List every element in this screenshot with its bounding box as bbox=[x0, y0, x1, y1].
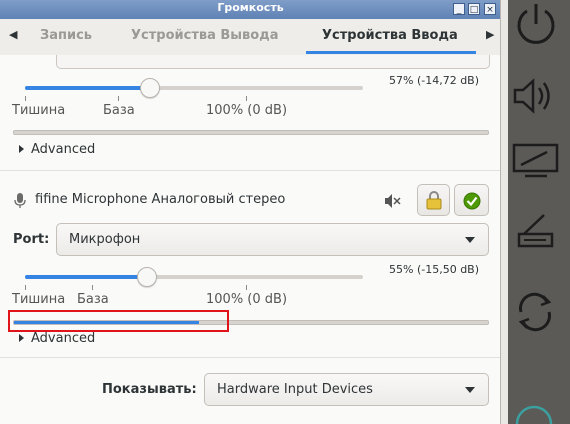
tick-mark bbox=[92, 285, 93, 290]
maximize-button[interactable]: □ bbox=[468, 3, 480, 15]
silence-label: Тишина bbox=[12, 103, 66, 118]
advanced-label: Advanced bbox=[31, 331, 96, 346]
device1-volume-readout: 57% (-14,72 dB) bbox=[389, 74, 480, 87]
device1-volume-slider[interactable] bbox=[25, 86, 363, 90]
device1-advanced-expander[interactable]: Advanced bbox=[19, 142, 95, 157]
dropdown-arrow-icon bbox=[465, 387, 475, 393]
minimize-button[interactable]: _ bbox=[453, 3, 465, 15]
unity-label: 100% (0 dB) bbox=[206, 292, 288, 307]
checkmark-icon bbox=[463, 192, 481, 210]
port-label: Port: bbox=[13, 232, 50, 247]
device2-volume-fill bbox=[25, 275, 147, 279]
show-filter-select[interactable]: Hardware Input Devices bbox=[204, 373, 489, 406]
tab-bar: ◀ Запись Устройства Вывода Устройства Вв… bbox=[0, 19, 500, 56]
scanner-icon[interactable] bbox=[516, 212, 556, 250]
network-icon[interactable] bbox=[514, 398, 554, 424]
device-separator bbox=[0, 170, 500, 171]
lock-channels-button[interactable] bbox=[417, 184, 450, 216]
side-dock bbox=[508, 0, 570, 424]
volume-control-window: Громкость _ □ × ◀ Запись Устройства Выво… bbox=[0, 0, 501, 424]
volume-icon[interactable] bbox=[512, 76, 556, 116]
tab-recording[interactable]: Запись bbox=[40, 28, 92, 43]
unity-label: 100% (0 dB) bbox=[206, 103, 288, 118]
port-select[interactable]: Микрофон bbox=[56, 223, 489, 256]
device2-volume-readout: 55% (-15,50 dB) bbox=[389, 263, 480, 276]
base-label: База bbox=[77, 292, 109, 307]
microphone-icon bbox=[14, 193, 26, 208]
tick-mark bbox=[246, 285, 247, 290]
tab-scroll-left-icon[interactable]: ◀ bbox=[9, 28, 17, 41]
dropdown-arrow-icon bbox=[465, 237, 475, 243]
advanced-label: Advanced bbox=[31, 142, 96, 157]
tick-mark bbox=[246, 96, 247, 101]
level-meter-highlight bbox=[8, 310, 229, 332]
silence-label: Тишина bbox=[12, 292, 66, 307]
tab-scroll-right-icon[interactable]: ▶ bbox=[486, 28, 494, 41]
mute-speaker-icon[interactable] bbox=[384, 193, 402, 209]
device2-name: fifine Microphone Аналоговый стерео bbox=[35, 192, 286, 207]
title-bar[interactable]: Громкость _ □ × bbox=[0, 0, 500, 19]
tick-mark bbox=[118, 96, 119, 101]
window-edge bbox=[501, 0, 508, 424]
show-filter-value: Hardware Input Devices bbox=[217, 382, 373, 397]
active-tab-indicator bbox=[306, 51, 476, 54]
device-separator bbox=[0, 357, 500, 358]
tab-input-devices[interactable]: Устройства Ввода bbox=[322, 28, 458, 43]
lock-icon bbox=[426, 191, 442, 210]
device2-volume-slider[interactable] bbox=[25, 275, 363, 279]
expander-arrow-icon bbox=[19, 145, 24, 153]
device1-level-meter bbox=[13, 130, 489, 135]
port-select-value: Микрофон bbox=[69, 232, 141, 247]
close-button[interactable]: × bbox=[484, 3, 496, 15]
tab-output-devices[interactable]: Устройства Вывода bbox=[131, 28, 278, 43]
device2-advanced-expander[interactable]: Advanced bbox=[19, 331, 95, 346]
expander-arrow-icon bbox=[19, 334, 24, 342]
window-title: Громкость bbox=[217, 1, 284, 14]
device2-volume-knob[interactable] bbox=[137, 267, 157, 287]
tick-mark bbox=[25, 96, 26, 101]
display-icon[interactable] bbox=[511, 142, 561, 180]
device1-volume-knob[interactable] bbox=[140, 78, 160, 98]
tick-mark bbox=[25, 285, 26, 290]
device1-volume-fill bbox=[25, 86, 150, 90]
set-default-button[interactable] bbox=[454, 184, 489, 216]
show-filter-label: Показывать: bbox=[102, 382, 197, 397]
update-icon[interactable] bbox=[513, 290, 557, 334]
power-icon[interactable] bbox=[513, 2, 559, 48]
base-label: База bbox=[103, 103, 135, 118]
device1-port-combo[interactable] bbox=[56, 55, 490, 69]
